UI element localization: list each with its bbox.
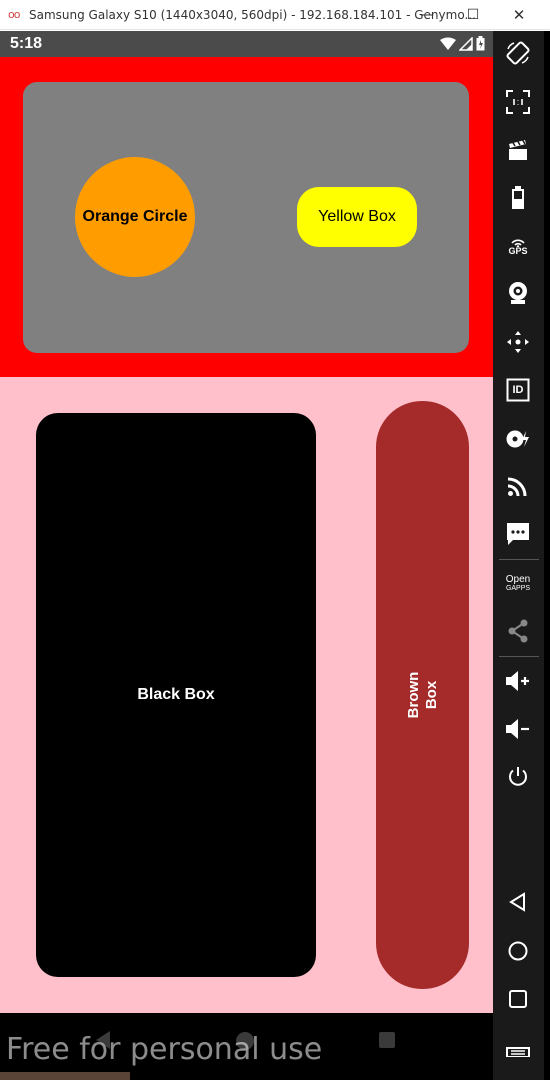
battery-icon [512, 186, 524, 209]
camera-icon [509, 282, 527, 304]
device-id-label: ID [512, 383, 524, 396]
gps-button[interactable]: GPS [493, 226, 543, 266]
grey-card: Orange Circle Yellow Box [23, 82, 469, 353]
power-icon [509, 767, 527, 786]
capture-button[interactable] [493, 130, 543, 170]
minimize-button[interactable]: — [404, 0, 450, 30]
device-screen: 5:18 Orange Circle Yellow Box Black Box … [0, 31, 493, 1013]
brown-box-label: Brown Box [405, 672, 441, 719]
back-icon [509, 892, 525, 912]
genymotion-app-icon: oo [8, 8, 21, 21]
camera-button[interactable] [493, 273, 543, 313]
volume-up-icon [506, 671, 529, 691]
window-titlebar: oo Samsung Galaxy S10 (1440x3040, 560dpi… [0, 0, 550, 30]
black-box-label: Black Box [137, 686, 215, 703]
yellow-box-label: Yellow Box [318, 208, 396, 225]
cast-icon [507, 477, 527, 497]
cast-button[interactable] [493, 466, 543, 506]
dpad-icon [507, 331, 529, 353]
recents-icon [509, 990, 527, 1008]
nav-recents-icon [379, 1032, 395, 1048]
home-icon [508, 941, 528, 961]
share-icon [508, 619, 528, 643]
opengapps-label-line1: Open [505, 574, 531, 585]
wifi-icon [440, 37, 456, 50]
taskbar-strip [0, 1072, 130, 1080]
opengapps-label-line2: GAPPS [505, 585, 531, 592]
disk-io-button[interactable] [493, 419, 543, 459]
rotate-icon [506, 41, 530, 65]
device-id-button[interactable]: ID [493, 370, 543, 410]
opengapps-button[interactable]: Open GAPPS [493, 564, 543, 604]
app-content: Orange Circle Yellow Box Black Box Brown… [0, 57, 493, 1013]
status-clock: 5:18 [10, 35, 43, 52]
maximize-button[interactable]: ☐ [450, 0, 496, 30]
gps-label: GPS [508, 245, 528, 256]
emulator-toolbar: GPS ID Open GAPPS [493, 31, 550, 1080]
volume-up-button[interactable] [493, 661, 543, 701]
red-container: Orange Circle Yellow Box [0, 57, 493, 377]
volume-down-icon [506, 719, 529, 739]
signal-icon [459, 36, 473, 51]
orange-circle-label: Orange Circle [82, 208, 188, 225]
close-button[interactable]: ✕ [496, 0, 542, 30]
sms-button[interactable] [493, 514, 543, 554]
share-button[interactable] [493, 611, 543, 651]
battery-button[interactable] [493, 178, 543, 218]
status-icons [440, 36, 485, 51]
rotate-button[interactable] [493, 33, 543, 73]
toolbar-edge [544, 31, 550, 1080]
battery-status-icon [476, 36, 485, 51]
gps-icon [511, 238, 525, 247]
pixel-perfect-icon [506, 90, 530, 114]
toolbar-back-button[interactable] [493, 882, 543, 922]
toolbar-recents-button[interactable] [493, 979, 543, 1019]
brown-box-label-line1: Brown [404, 671, 422, 719]
brown-box: Brown Box [376, 401, 469, 989]
toolbar-menu-button[interactable] [493, 1027, 543, 1067]
toolbar-separator [499, 656, 539, 657]
pixel-perfect-button[interactable] [493, 82, 543, 122]
volume-down-button[interactable] [493, 709, 543, 749]
disk-io-icon [506, 430, 529, 448]
capture-icon [509, 139, 527, 160]
black-box: Black Box [36, 413, 316, 977]
android-status-bar: 5:18 [0, 31, 493, 57]
nav-recents-button[interactable] [376, 1029, 398, 1051]
brown-box-label-line2: Box [422, 680, 440, 710]
watermark-text: Free for personal use [6, 1032, 323, 1067]
yellow-box: Yellow Box [297, 187, 417, 247]
orange-circle: Orange Circle [75, 157, 195, 277]
toolbar-separator [499, 559, 539, 560]
toolbar-home-button[interactable] [493, 931, 543, 971]
dpad-button[interactable] [493, 322, 543, 362]
sms-icon [507, 523, 529, 545]
power-button[interactable] [493, 757, 543, 797]
menu-icon [506, 1047, 530, 1057]
